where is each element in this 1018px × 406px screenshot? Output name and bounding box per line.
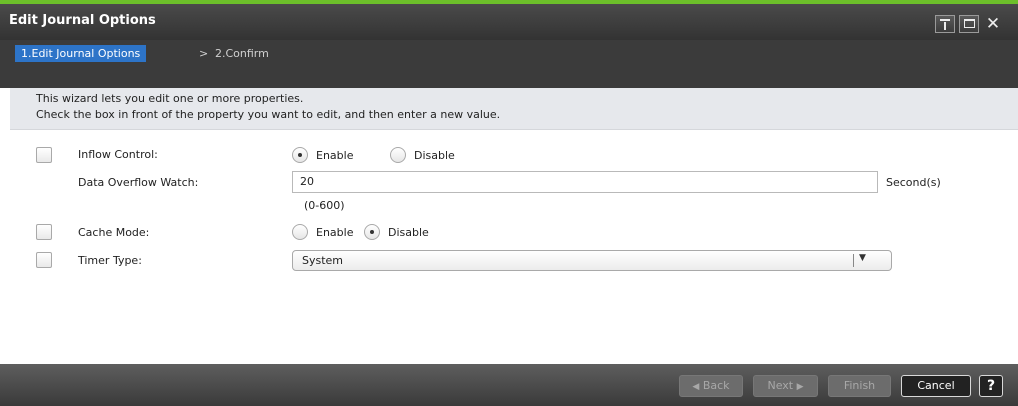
seconds-unit-label: Second(s)	[886, 176, 941, 189]
inflow-control-label: Inflow Control:	[78, 148, 158, 161]
radio-selected-icon	[292, 147, 308, 163]
next-button[interactable]: Next ▶	[753, 375, 818, 397]
enable-label: Enable	[316, 225, 354, 239]
cache-mode-checkbox[interactable]	[36, 224, 52, 240]
radio-selected-icon	[364, 224, 380, 240]
back-label: Back	[702, 379, 730, 392]
chevron-right-icon: ▶	[796, 382, 804, 392]
title-bar: Edit Journal Options ✕	[0, 4, 1018, 40]
finish-button[interactable]: Finish	[828, 375, 891, 397]
chevron-down-icon: ▼	[859, 253, 866, 263]
inflow-control-disable-radio[interactable]: Disable	[390, 147, 455, 163]
timer-type-checkbox[interactable]	[36, 252, 52, 268]
close-icon[interactable]: ✕	[983, 15, 1003, 33]
disable-label: Disable	[414, 148, 455, 162]
cache-mode-enable-radio[interactable]: Enable	[292, 224, 353, 240]
timer-type-label: Timer Type:	[78, 254, 142, 267]
step-edit-journal-options: 1.Edit Journal Options	[15, 45, 147, 62]
chevron-left-icon: ◀	[692, 382, 700, 392]
next-label: Next	[767, 379, 794, 392]
select-divider	[853, 254, 854, 267]
radio-unselected-icon	[292, 224, 308, 240]
range-hint: (0-600)	[304, 199, 345, 212]
cache-mode-disable-radio[interactable]: Disable	[364, 224, 429, 240]
window-title: Edit Journal Options	[9, 13, 156, 28]
enable-label: Enable	[316, 148, 354, 162]
disable-label: Disable	[388, 225, 429, 239]
wizard-description: This wizard lets you edit one or more pr…	[10, 88, 1018, 130]
step-confirm: 2.Confirm	[215, 47, 269, 60]
inflow-control-checkbox[interactable]	[36, 147, 52, 163]
inflow-control-enable-radio[interactable]: Enable	[292, 147, 353, 163]
data-overflow-watch-input[interactable]: 20	[292, 171, 878, 193]
step-separator: >	[199, 47, 209, 60]
radio-unselected-icon	[390, 147, 406, 163]
description-line-1: This wizard lets you edit one or more pr…	[36, 92, 304, 105]
maximize-icon[interactable]	[959, 15, 979, 33]
timer-type-select[interactable]: System ▼	[292, 250, 892, 271]
wizard-steps: 1.Edit Journal Options > 2.Confirm	[0, 40, 1018, 88]
description-line-2: Check the box in front of the property y…	[36, 108, 501, 121]
cache-mode-label: Cache Mode:	[78, 226, 150, 239]
cancel-button[interactable]: Cancel	[901, 375, 971, 397]
wizard-footer: ◀ Back Next ▶ Finish Cancel ?	[0, 364, 1018, 406]
data-overflow-watch-label: Data Overflow Watch:	[78, 176, 199, 189]
pin-icon[interactable]	[935, 15, 955, 33]
back-button[interactable]: ◀ Back	[679, 375, 743, 397]
help-button[interactable]: ?	[979, 375, 1003, 397]
timer-type-value: System	[302, 254, 344, 267]
